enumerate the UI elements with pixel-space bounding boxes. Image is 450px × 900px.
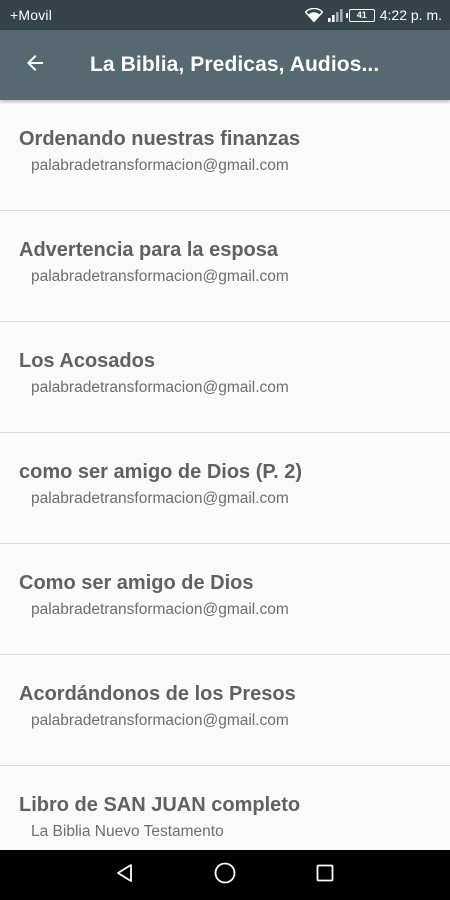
list-item[interactable]: Los Acosados palabradetransformacion@gma… — [0, 322, 450, 433]
list-item[interactable]: Como ser amigo de Dios palabradetransfor… — [0, 544, 450, 655]
battery-icon: 41 — [345, 8, 375, 22]
back-triangle-icon — [114, 862, 136, 889]
wifi-icon — [304, 8, 323, 22]
item-title: Advertencia para la esposa — [19, 239, 279, 261]
item-subtitle: palabradetransformacion@gmail.com — [31, 490, 289, 507]
item-title: Como ser amigo de Dios — [19, 572, 254, 594]
list-item[interactable]: Libro de SAN JUAN completo La Biblia Nue… — [0, 766, 450, 850]
app-bar: La Biblia, Predicas, Audios... — [0, 30, 450, 100]
item-title: Libro de SAN JUAN completo — [19, 794, 301, 816]
page-title: La Biblia, Predicas, Audios... — [90, 53, 380, 76]
item-subtitle: palabradetransformacion@gmail.com — [31, 157, 289, 174]
item-title: Acordándonos de los Presos — [19, 683, 296, 705]
list-item[interactable]: Ordenando nuestras finanzas palabradetra… — [0, 100, 450, 211]
list-item[interactable]: Advertencia para la esposa palabradetran… — [0, 211, 450, 322]
item-subtitle: palabradetransformacion@gmail.com — [31, 712, 289, 729]
list-item[interactable]: Acordándonos de los Presos palabradetran… — [0, 655, 450, 766]
item-title: Ordenando nuestras finanzas — [19, 128, 301, 150]
carrier-label: +Movil — [10, 7, 53, 23]
list-item[interactable]: como ser amigo de Dios (P. 2) palabradet… — [0, 433, 450, 544]
signal-icon — [327, 8, 344, 22]
status-time: 4:22 p. m. — [379, 7, 442, 23]
back-button[interactable] — [0, 30, 70, 100]
audio-list: Ordenando nuestras finanzas palabradetra… — [0, 100, 450, 850]
nav-back-button[interactable] — [75, 850, 175, 900]
status-icons: 41 4:22 p. m. — [304, 7, 442, 23]
item-subtitle: palabradetransformacion@gmail.com — [31, 379, 289, 396]
item-title: Los Acosados — [19, 350, 155, 372]
arrow-back-icon — [23, 51, 47, 80]
home-circle-icon — [213, 861, 237, 890]
item-subtitle: palabradetransformacion@gmail.com — [31, 601, 289, 618]
battery-level: 41 — [356, 9, 367, 20]
recents-square-icon — [314, 862, 336, 889]
nav-home-button[interactable] — [175, 850, 275, 900]
nav-recents-button[interactable] — [275, 850, 375, 900]
navigation-bar — [0, 850, 450, 900]
item-subtitle: La Biblia Nuevo Testamento — [31, 823, 224, 840]
item-subtitle: palabradetransformacion@gmail.com — [31, 268, 289, 285]
status-bar: +Movil 41 4:22 p. m. — [0, 0, 450, 30]
item-title: como ser amigo de Dios (P. 2) — [19, 461, 303, 483]
